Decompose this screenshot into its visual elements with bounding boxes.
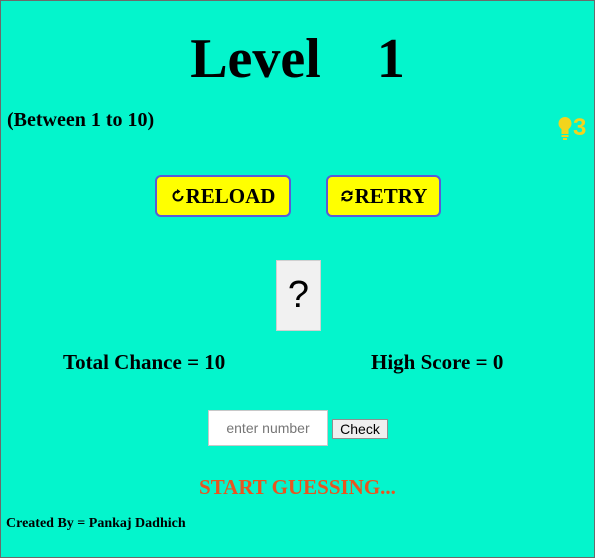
reload-label: RELOAD xyxy=(185,183,276,208)
retry-icon xyxy=(340,189,354,203)
retry-button[interactable]: RETRY xyxy=(326,175,441,217)
level-label: Level xyxy=(190,28,321,90)
hint-count: 3 xyxy=(573,114,587,141)
total-chance-text: Total Chance = 10 xyxy=(63,350,226,374)
hint-button[interactable]: 3 xyxy=(557,115,586,141)
reload-button[interactable]: RELOAD xyxy=(155,175,291,217)
credit-text: Created By = Pankaj Dadhich xyxy=(6,516,186,531)
status-message: START GUESSING... xyxy=(199,475,396,499)
level-title: Level 1 xyxy=(1,27,594,91)
check-button[interactable]: Check xyxy=(332,419,388,439)
range-text: (Between 1 to 10) xyxy=(7,109,155,131)
high-score-text: High Score = 0 xyxy=(371,350,504,374)
retry-label: RETRY xyxy=(354,183,428,208)
mystery-number-box: ? xyxy=(276,260,321,331)
game-screen: Level 1 (Between 1 to 10) 3 RELOAD RETRY… xyxy=(0,0,595,558)
reload-icon xyxy=(171,189,185,203)
number-input[interactable] xyxy=(208,410,328,446)
lightbulb-icon xyxy=(557,116,573,140)
level-number: 1 xyxy=(376,28,405,90)
